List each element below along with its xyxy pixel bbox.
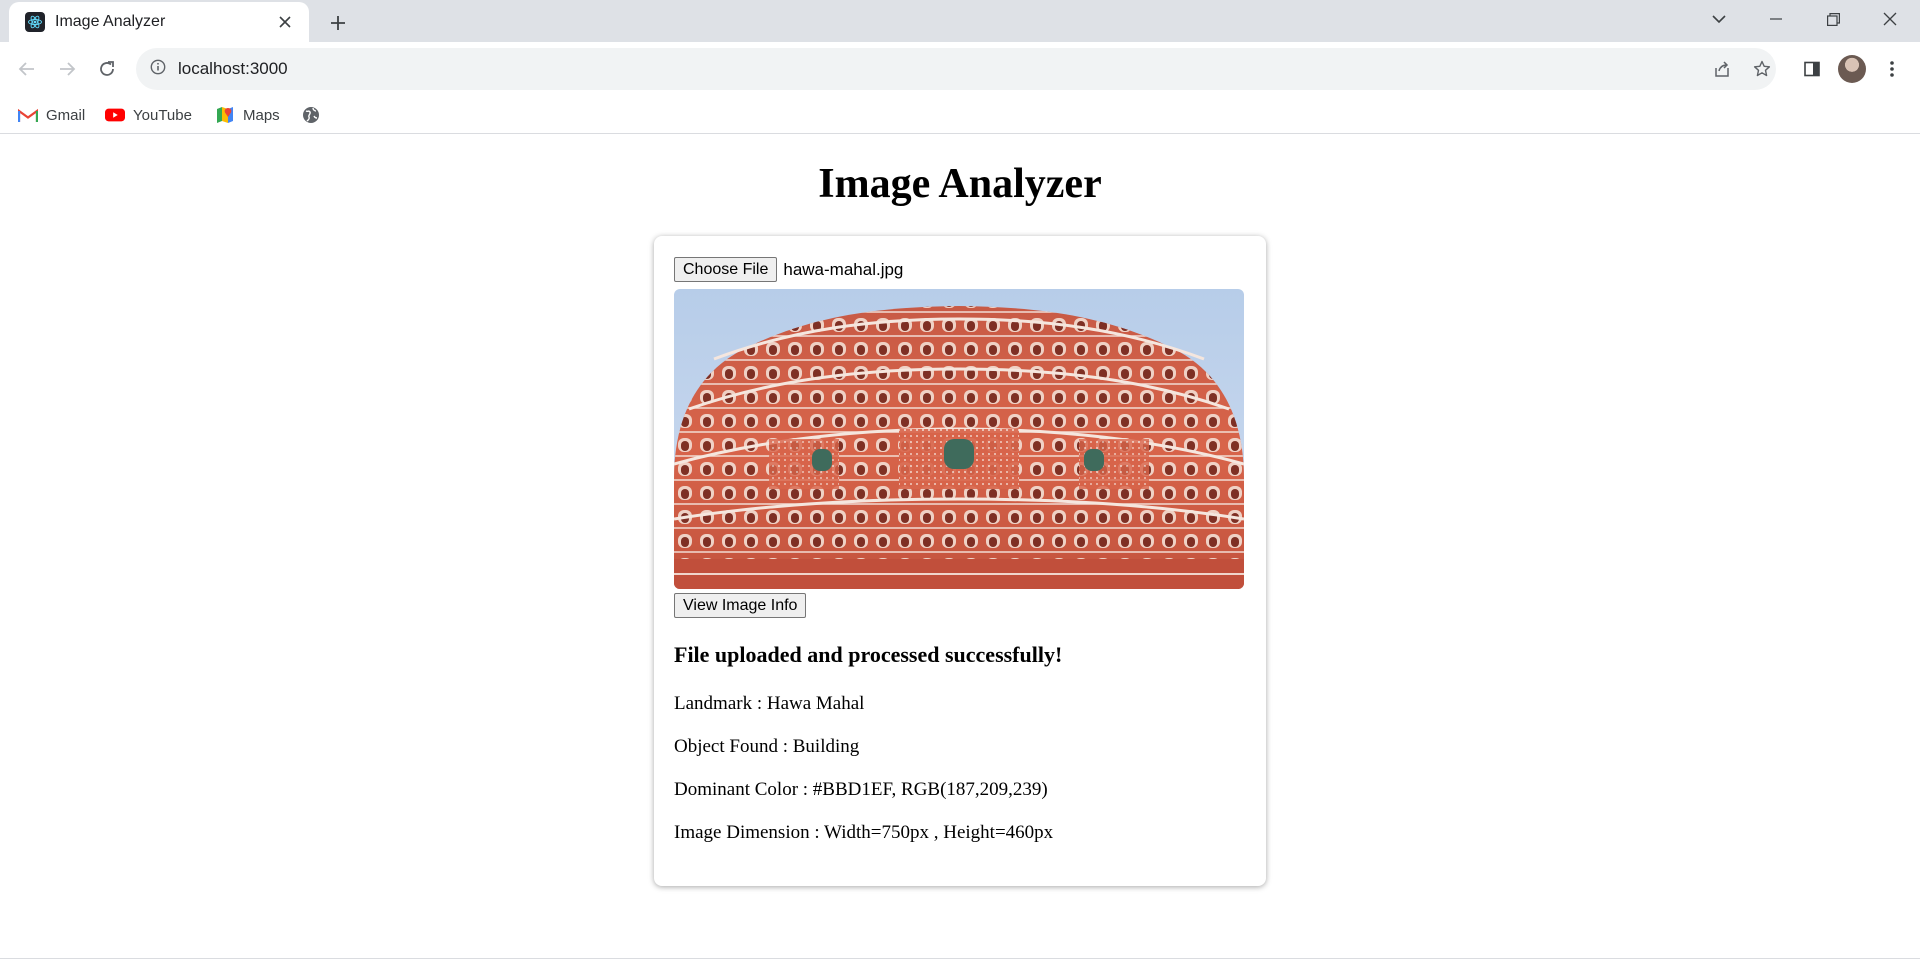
globe-icon [301,106,321,124]
view-image-info-button[interactable]: View Image Info [674,593,807,618]
landmark-result: Landmark : Hawa Mahal [674,693,865,714]
bookmark-label: YouTube [133,106,192,124]
profile-avatar[interactable] [1838,55,1866,83]
menu-kebab-icon[interactable] [1876,53,1908,85]
tab-strip: Image Analyzer [0,0,1920,42]
uploaded-image-preview [674,289,1244,589]
bookmark-star-icon[interactable] [1746,53,1778,85]
gmail-icon [18,106,38,124]
browser-toolbar: localhost:3000 [0,42,1920,96]
bookmark-gmail[interactable]: Gmail [18,102,85,128]
new-tab-button[interactable] [324,9,352,37]
tab-title: Image Analyzer [55,13,166,30]
analyzer-card: Choose File hawa-mahal.jpg View Image In… [654,236,1266,886]
selected-file-name: hawa-mahal.jpg [783,259,904,279]
choose-file-button[interactable]: Choose File [674,257,778,282]
bookmark-label: Maps [243,106,280,124]
maps-icon [215,106,235,124]
dimension-result: Image Dimension : Width=750px , Height=4… [674,822,1054,843]
url-text: localhost:3000 [178,59,288,78]
share-icon[interactable] [1706,53,1738,85]
bookmark-youtube[interactable]: YouTube [105,102,192,128]
dominant-color-result: Dominant Color : #BBD1EF, RGB(187,209,23… [674,779,1048,800]
react-icon [25,12,45,32]
reload-button[interactable] [91,53,123,85]
forward-button[interactable] [51,53,83,85]
youtube-icon [105,106,125,124]
close-window-button[interactable] [1862,0,1918,38]
bookmarks-bar: Gmail YouTube Maps [0,96,1920,134]
minimize-button[interactable] [1748,0,1804,38]
status-message: File uploaded and processed successfully… [674,642,1063,667]
bookmark-globe[interactable] [301,102,329,128]
object-result: Object Found : Building [674,736,860,757]
side-panel-icon[interactable] [1796,53,1828,85]
address-bar[interactable]: localhost:3000 [136,48,1776,90]
bookmark-label: Gmail [46,106,86,124]
close-tab-icon[interactable] [273,10,297,34]
tab-image-analyzer[interactable]: Image Analyzer [9,2,309,42]
info-icon[interactable] [150,59,166,80]
page-title: Image Analyzer [818,161,1102,207]
bookmark-maps[interactable]: Maps [215,102,280,128]
tab-search-icon[interactable] [1691,0,1747,38]
restore-button[interactable] [1805,0,1861,38]
file-input[interactable]: Choose File hawa-mahal.jpg [674,257,903,282]
back-button[interactable] [11,53,43,85]
divider [0,958,1920,959]
